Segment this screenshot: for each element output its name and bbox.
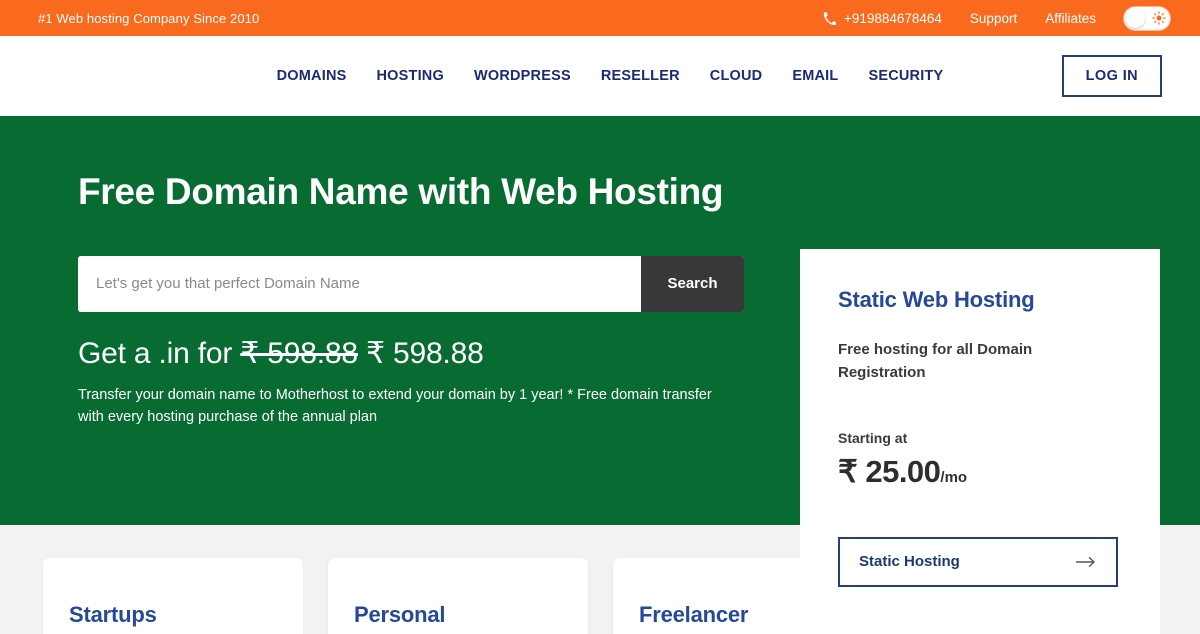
nav-item-hosting[interactable]: HOSTING: [376, 68, 443, 84]
domain-price-line: Get a .in for ₹ 598.88 ₹ 598.88: [78, 336, 778, 371]
hero-title: Free Domain Name with Web Hosting: [78, 171, 724, 212]
toggle-knob: [1126, 8, 1145, 28]
arrow-right-icon: [1075, 555, 1097, 569]
plan-card-title: Personal: [354, 602, 446, 627]
hero-section: Free Domain Name with Web Hosting Search…: [0, 116, 1200, 634]
static-hosting-card: Static Web Hosting Free hosting for all …: [800, 249, 1160, 634]
nav-item-domains[interactable]: DOMAINS: [277, 68, 347, 84]
domain-search-form: Search: [78, 255, 744, 312]
price-discounted: ₹ 598.88: [366, 336, 484, 370]
price-prefix: Get a .in for: [78, 336, 241, 370]
nav-item-wordpress[interactable]: WORDPRESS: [474, 68, 571, 84]
starting-at-label: Starting at: [838, 429, 908, 446]
static-hosting-button-label: Static Hosting: [859, 553, 960, 570]
plan-card-personal[interactable]: Personal: [328, 558, 588, 634]
price-original: ₹ 598.88: [240, 336, 358, 370]
plan-card-title: Startups: [69, 602, 157, 627]
nav-item-security[interactable]: SECURITY: [868, 68, 943, 84]
hero-description: Transfer your domain name to Motherhost …: [78, 386, 712, 426]
static-hosting-button[interactable]: Static Hosting: [838, 536, 1118, 587]
plan-card-startups[interactable]: Startups: [43, 558, 303, 634]
top-announcement-bar: #1 Web hosting Company Since 2010 +91988…: [0, 0, 1200, 36]
price-period: /mo: [940, 468, 968, 486]
nav-item-cloud[interactable]: CLOUD: [710, 68, 763, 84]
phone-number: +919884678464: [843, 10, 942, 26]
nav-links: DOMAINS HOSTING WORDPRESS RESELLER CLOUD…: [257, 68, 944, 84]
phone-link[interactable]: +919884678464: [823, 11, 942, 26]
tagline-text: #1 Web hosting Company Since 2010: [38, 10, 260, 26]
support-link[interactable]: Support: [970, 11, 1017, 26]
static-hosting-card-subtitle: Free hosting for all Domain Registration: [838, 341, 1033, 382]
price-amount: ₹ 25.00: [838, 453, 941, 489]
nav-item-email[interactable]: EMAIL: [792, 68, 838, 84]
static-hosting-card-title: Static Web Hosting: [838, 287, 1035, 312]
domain-search-input[interactable]: [78, 255, 641, 312]
phone-icon: [823, 11, 836, 25]
domain-search-button[interactable]: Search: [641, 255, 744, 312]
hero-content: Free Domain Name with Web Hosting Search…: [78, 116, 778, 429]
nav-item-reseller[interactable]: RESELLER: [601, 68, 680, 84]
topbar-right-group: +919884678464 Support Affiliates: [823, 6, 1170, 30]
main-navigation-bar: DOMAINS HOSTING WORDPRESS RESELLER CLOUD…: [0, 36, 1200, 116]
static-hosting-price: ₹ 25.00/mo: [838, 454, 1122, 490]
theme-toggle[interactable]: [1124, 6, 1170, 30]
affiliates-link[interactable]: Affiliates: [1045, 11, 1096, 26]
sun-icon: [1152, 11, 1166, 25]
login-button[interactable]: LOG IN: [1061, 55, 1162, 97]
